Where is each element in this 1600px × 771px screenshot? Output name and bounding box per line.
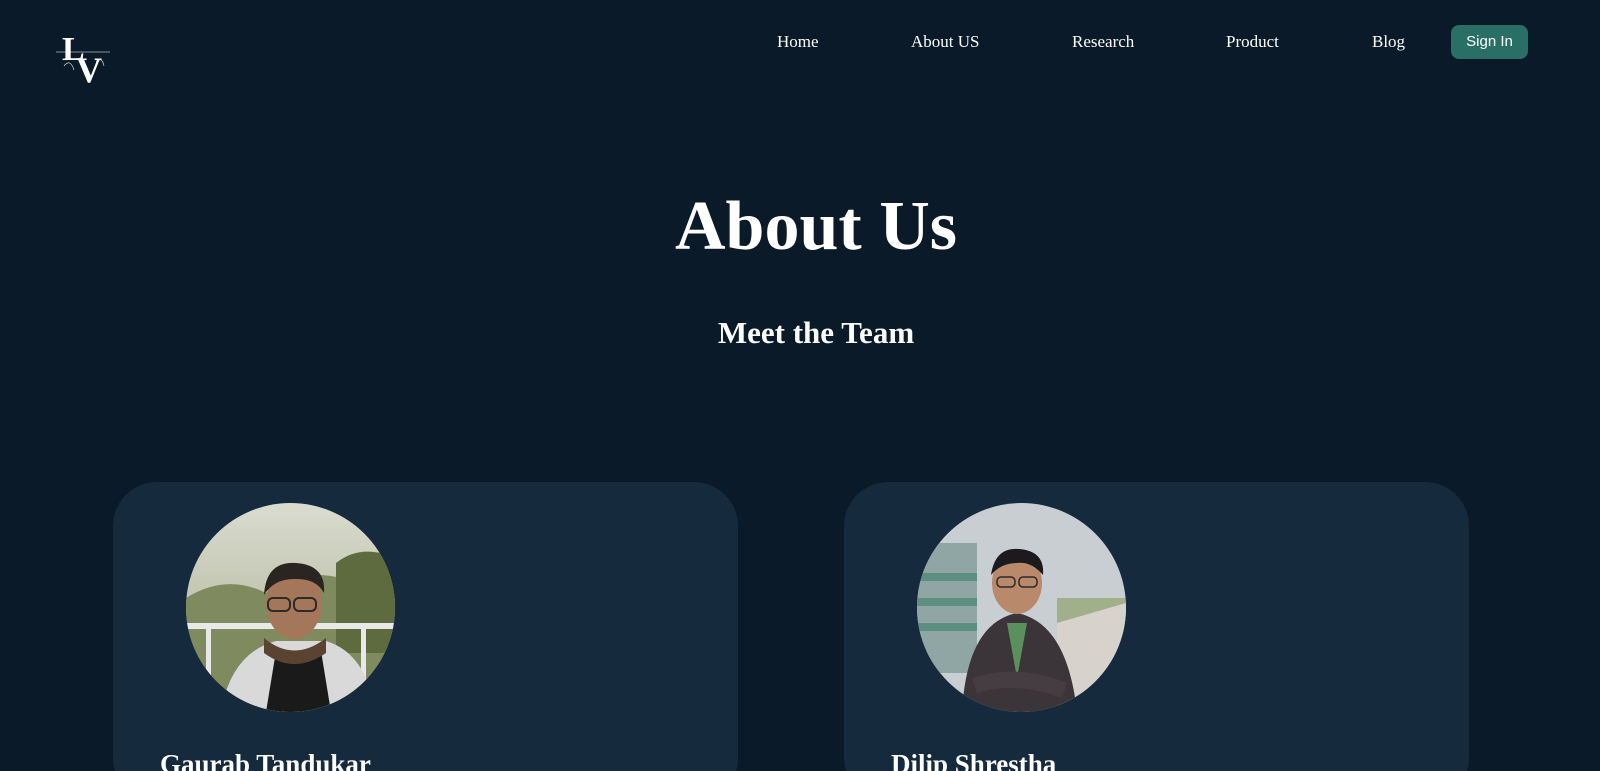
page-title: About Us	[674, 188, 958, 265]
member-photo	[917, 503, 1126, 712]
nav-item-about-us[interactable]: About US	[911, 32, 979, 52]
member-name: Dilip Shrestha	[891, 749, 1057, 771]
sign-in-button[interactable]: Sign In	[1451, 25, 1528, 59]
nav-item-product[interactable]: Product	[1226, 32, 1279, 52]
page: L V Home About US Research Product Blog …	[0, 0, 1584, 771]
nav-item-blog[interactable]: Blog	[1372, 32, 1405, 52]
team-member-card: Gaurab Tandukar	[113, 482, 738, 771]
member-photo	[186, 503, 395, 712]
nav-item-research[interactable]: Research	[1072, 32, 1134, 52]
team-section-title: Meet the Team	[717, 315, 915, 350]
nav-item-home[interactable]: Home	[777, 32, 819, 52]
team-member-card: Dilip Shrestha	[844, 482, 1469, 771]
main-nav: Home About US Research Product Blog Sign…	[0, 25, 1584, 59]
member-name: Gaurab Tandukar	[160, 749, 371, 771]
